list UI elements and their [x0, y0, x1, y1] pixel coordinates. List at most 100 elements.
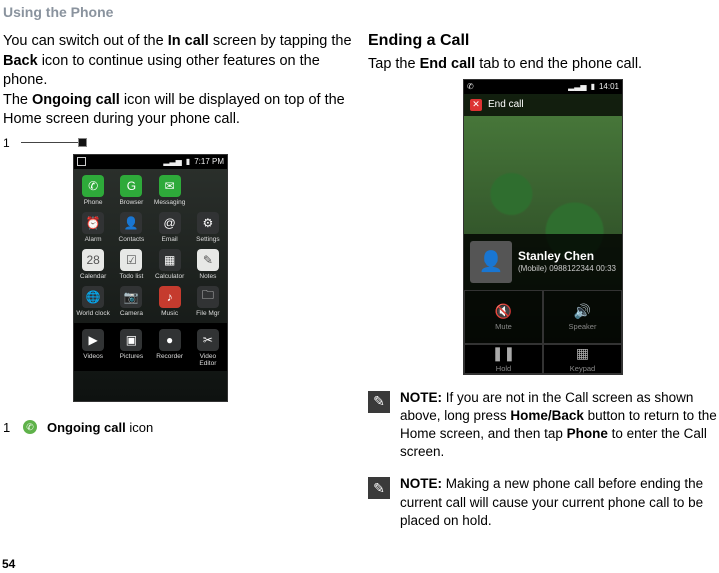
callout-leader: 1 — [3, 136, 358, 150]
page-number: 54 — [2, 557, 15, 571]
left-paragraph-1: You can switch out of the In call screen… — [3, 32, 358, 91]
note-label: NOTE: — [400, 476, 442, 491]
caller-number: 0988122344 — [549, 264, 594, 274]
app-label: Camera — [120, 310, 143, 317]
app-calculator[interactable]: ▦ Calculator — [153, 249, 187, 280]
app-notes[interactable]: ✎Notes — [191, 249, 225, 280]
settings-icon: ⚙ — [197, 212, 219, 234]
left-column: You can switch out of the In call screen… — [3, 32, 358, 435]
caller-type: (Mobile) — [518, 264, 547, 274]
note-icon: ✎ — [368, 391, 390, 413]
note-label: NOTE: — [400, 390, 442, 405]
notes-icon: ✎ — [197, 249, 219, 271]
keypad-icon: ▦ — [576, 345, 589, 362]
email-icon: @ — [159, 212, 181, 234]
text: The — [3, 92, 32, 108]
status-time: 7:17 PM — [194, 157, 224, 166]
home-wallpaper: ✆Phone GBrowser ✉Messaging ⏰Alarm 👤Conta… — [74, 169, 227, 401]
calendar-icon: 28 — [82, 249, 104, 271]
note-1: ✎ NOTE: If you are not in the Call scree… — [368, 389, 718, 462]
app-row: ⏰Alarm 👤Contacts @ Email ⚙Settings — [74, 206, 227, 243]
app-recorder[interactable]: ●Recorder — [153, 329, 187, 367]
status-bar: ▂▃▅ ▮ 7:17 PM — [74, 155, 227, 169]
app-label: Music — [161, 310, 178, 317]
caller-box: 👤 Stanley Chen (Mobile) 0988122344 00:33 — [464, 234, 622, 290]
text: Tap the — [368, 56, 420, 72]
music-icon: ♪ — [159, 286, 181, 308]
app-row: ✆Phone GBrowser ✉Messaging — [74, 169, 227, 206]
videos-icon: ▶ — [82, 329, 104, 351]
note-icon: ✎ — [368, 477, 390, 499]
caller-avatar: 👤 — [470, 241, 512, 283]
btn-label: Mute — [495, 322, 512, 331]
term-back: Back — [3, 53, 38, 69]
left-paragraph-2: The Ongoing call icon will be displayed … — [3, 91, 358, 130]
app-row: 28 Calendar ☑ Todo list ▦ Calculator ✎Notes — [74, 243, 227, 280]
phone-icon: ✆ — [82, 175, 104, 197]
battery-icon: ▮ — [591, 82, 595, 91]
term-end-call: End call — [420, 56, 476, 72]
legend-row: 1 ✆ Ongoing call icon — [3, 420, 358, 435]
app-filemgr[interactable]: 🗀File Mgr — [191, 286, 225, 317]
browser-icon: G — [120, 175, 142, 197]
legend-text: Ongoing call icon — [47, 420, 153, 435]
app-pictures[interactable]: ▣Pictures — [114, 329, 148, 367]
app-label: Calculator — [155, 273, 184, 280]
app-label: Videos — [83, 353, 103, 360]
term-home-back: Home/Back — [510, 408, 584, 423]
videoeditor-icon: ✂ — [197, 329, 219, 351]
app-videos[interactable]: ▶ Videos — [76, 329, 110, 367]
call-buttons: 🔇Mute 🔊Speaker — [464, 290, 622, 344]
app-alarm[interactable]: ⏰Alarm — [76, 212, 110, 243]
app-email[interactable]: @ Email — [153, 212, 187, 243]
status-bar: ✆ ▂▃▅ ▮ 14:01 — [464, 80, 622, 94]
hold-button[interactable]: ❚❚Hold — [464, 344, 543, 374]
app-row: 🌐World clock 📷Camera ♪ Music 🗀File Mgr — [74, 280, 227, 317]
app-label: Todo list — [119, 273, 143, 280]
term-phone: Phone — [567, 426, 608, 441]
btn-label: Keypad — [570, 364, 595, 373]
app-todo[interactable]: ☑ Todo list — [114, 249, 148, 280]
callout-number: 1 — [3, 136, 11, 150]
text: screen by tapping the — [209, 33, 352, 49]
app-calendar[interactable]: 28 Calendar — [76, 249, 110, 280]
app-phone[interactable]: ✆Phone — [76, 175, 110, 206]
signal-icon: ▂▃▅ — [163, 157, 181, 166]
home-screen-screenshot: ▂▃▅ ▮ 7:17 PM ✆Phone GBrowser ✉Messaging… — [73, 154, 228, 402]
text: tab to end the phone call. — [475, 56, 642, 72]
calculator-icon: ▦ — [159, 249, 181, 271]
speaker-icon: 🔊 — [574, 303, 591, 320]
app-camera[interactable]: 📷Camera — [114, 286, 148, 317]
right-column: Ending a Call Tap the End call tab to en… — [368, 32, 718, 530]
app-videoeditor[interactable]: ✂Video Editor — [191, 329, 225, 367]
text: Making a new phone call before ending th… — [400, 476, 703, 527]
signal-icon: ▂▃▅ — [568, 82, 586, 91]
phone-status-icon: ✆ — [467, 82, 474, 91]
app-label: Alarm — [85, 236, 102, 243]
speaker-button[interactable]: 🔊Speaker — [543, 290, 622, 344]
app-label: Pictures — [120, 353, 143, 360]
app-settings[interactable]: ⚙Settings — [191, 212, 225, 243]
note-text: NOTE: If you are not in the Call screen … — [400, 389, 718, 462]
term-in-call: In call — [168, 33, 209, 49]
app-contacts[interactable]: 👤Contacts — [114, 212, 148, 243]
callout-target-icon — [78, 138, 87, 147]
mute-button[interactable]: 🔇Mute — [464, 290, 543, 344]
app-label: Email — [161, 236, 177, 243]
end-call-tab[interactable]: ✕ End call — [464, 94, 622, 116]
todo-icon: ☑ — [120, 249, 142, 271]
ongoing-call-icon: ✆ — [23, 420, 37, 434]
contacts-icon: 👤 — [120, 212, 142, 234]
app-messaging[interactable]: ✉Messaging — [153, 175, 187, 206]
end-call-icon: ✕ — [470, 99, 482, 111]
keypad-button[interactable]: ▦ Keypad — [543, 344, 622, 374]
recorder-icon: ● — [159, 329, 181, 351]
app-label: Calendar — [80, 273, 106, 280]
ending-call-heading: Ending a Call — [368, 32, 718, 50]
messaging-icon: ✉ — [159, 175, 181, 197]
app-worldclock[interactable]: 🌐World clock — [76, 286, 110, 317]
text: You can switch out of the — [3, 33, 168, 49]
legend-number: 1 — [3, 420, 23, 435]
app-music[interactable]: ♪ Music — [153, 286, 187, 317]
app-browser[interactable]: GBrowser — [114, 175, 148, 206]
